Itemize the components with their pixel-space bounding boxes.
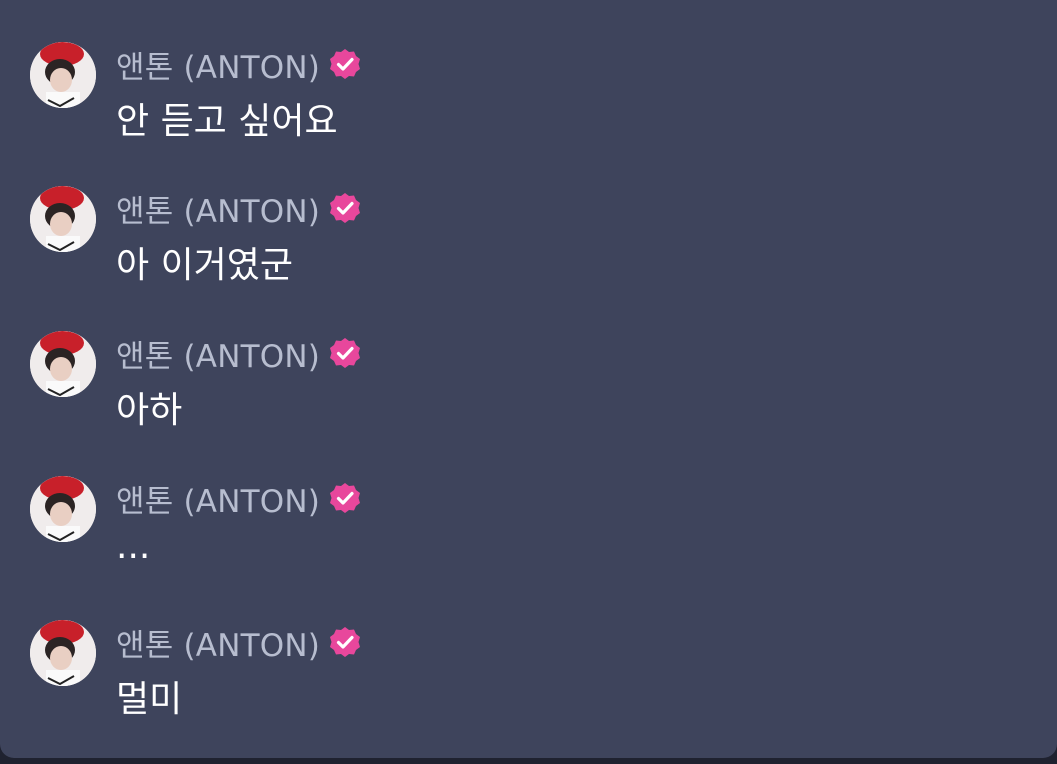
author-row: 앤톤 (ANTON) <box>116 620 362 665</box>
avatar[interactable] <box>30 620 96 686</box>
verified-badge-icon <box>328 47 362 81</box>
author-row: 앤톤 (ANTON) <box>116 331 362 376</box>
chat-message: 앤톤 (ANTON) ... <box>30 476 1030 616</box>
avatar[interactable] <box>30 476 96 542</box>
verified-badge-icon <box>328 625 362 659</box>
message-text: 멀미 <box>116 679 183 720</box>
chat-message: 앤톤 (ANTON) 멀미 <box>30 620 1030 760</box>
avatar[interactable] <box>30 42 96 108</box>
avatar[interactable] <box>30 331 96 397</box>
chat-message: 앤톤 (ANTON) 아하 <box>30 331 1030 471</box>
message-text: ... <box>116 526 151 567</box>
author-row: 앤톤 (ANTON) <box>116 42 362 87</box>
message-text: 아 이거였군 <box>116 245 294 286</box>
author-name[interactable]: 앤톤 (ANTON) <box>116 620 320 665</box>
author-row: 앤톤 (ANTON) <box>116 186 362 231</box>
verified-badge-icon <box>328 191 362 225</box>
chat-message: 앤톤 (ANTON) 아 이거였군 <box>30 186 1030 326</box>
author-name[interactable]: 앤톤 (ANTON) <box>116 186 320 231</box>
chat-message: 앤톤 (ANTON) 안 듣고 싶어요 <box>30 42 1030 182</box>
message-text: 아하 <box>116 390 183 431</box>
message-text: 안 듣고 싶어요 <box>116 101 338 142</box>
author-name[interactable]: 앤톤 (ANTON) <box>116 476 320 521</box>
chat-panel: 앤톤 (ANTON) 안 듣고 싶어요 앤톤 (ANTON) 아 이거였군 앤톤… <box>0 0 1057 758</box>
verified-badge-icon <box>328 336 362 370</box>
author-name[interactable]: 앤톤 (ANTON) <box>116 42 320 87</box>
avatar[interactable] <box>30 186 96 252</box>
verified-badge-icon <box>328 481 362 515</box>
author-name[interactable]: 앤톤 (ANTON) <box>116 331 320 376</box>
author-row: 앤톤 (ANTON) <box>116 476 362 521</box>
